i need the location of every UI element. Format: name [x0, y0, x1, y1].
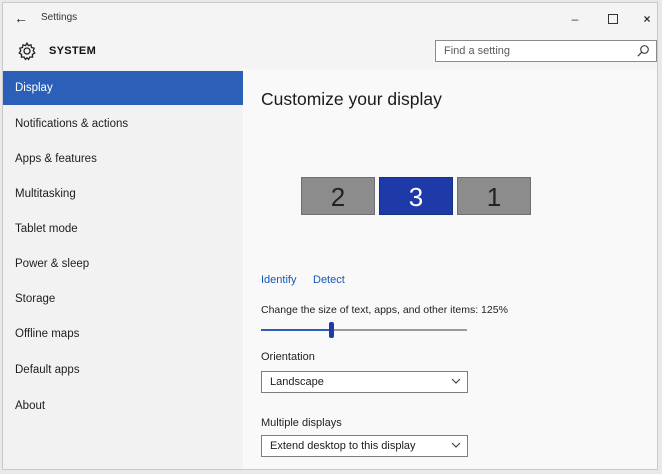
- settings-window: ← Settings – × SYSTEM Display Notificati…: [2, 2, 658, 470]
- sidebar: Display Notifications & actions Apps & f…: [3, 69, 243, 469]
- monitor-2[interactable]: 2: [301, 177, 375, 215]
- multiple-displays-label: Multiple displays: [261, 417, 342, 429]
- maximize-icon: [608, 14, 618, 24]
- sidebar-item-power-sleep[interactable]: Power & sleep: [3, 247, 243, 281]
- minimize-button[interactable]: –: [565, 11, 585, 27]
- scale-label: Change the size of text, apps, and other…: [261, 304, 508, 316]
- back-arrow-icon[interactable]: ←: [11, 9, 31, 27]
- orientation-dropdown[interactable]: Landscape: [261, 371, 468, 393]
- orientation-label: Orientation: [261, 351, 315, 363]
- sidebar-item-about[interactable]: About: [3, 389, 243, 423]
- slider-thumb[interactable]: [329, 322, 334, 338]
- detect-link[interactable]: Detect: [313, 274, 345, 286]
- section-title: SYSTEM: [49, 45, 97, 57]
- monitor-1[interactable]: 1: [457, 177, 531, 215]
- sidebar-item-notifications[interactable]: Notifications & actions: [3, 107, 243, 141]
- search-input[interactable]: [436, 41, 647, 61]
- sidebar-item-default-apps[interactable]: Default apps: [3, 353, 243, 387]
- chevron-down-icon: [451, 442, 461, 448]
- sidebar-item-display[interactable]: Display: [3, 71, 243, 105]
- monitor-3[interactable]: 3: [379, 177, 453, 215]
- scale-slider[interactable]: [261, 322, 467, 338]
- gear-icon: [18, 41, 36, 61]
- multiple-displays-dropdown[interactable]: Extend desktop to this display: [261, 435, 468, 457]
- title-bar: ← Settings – ×: [3, 3, 657, 33]
- settings-header: SYSTEM: [3, 33, 657, 69]
- search-box[interactable]: [435, 40, 657, 62]
- page-title: Customize your display: [261, 89, 442, 109]
- identify-link[interactable]: Identify: [261, 274, 296, 286]
- multiple-displays-value: Extend desktop to this display: [270, 440, 416, 452]
- slider-fill: [261, 329, 331, 331]
- sidebar-item-multitasking[interactable]: Multitasking: [3, 177, 243, 211]
- chevron-down-icon: [451, 378, 461, 384]
- orientation-value: Landscape: [270, 376, 324, 388]
- search-icon[interactable]: [636, 44, 650, 58]
- main-content: Customize your display 2 3 1 Identify De…: [243, 69, 657, 469]
- sidebar-item-apps-features[interactable]: Apps & features: [3, 142, 243, 176]
- close-button[interactable]: ×: [637, 11, 657, 27]
- window-title: Settings: [41, 12, 78, 23]
- sidebar-item-offline-maps[interactable]: Offline maps: [3, 317, 243, 351]
- sidebar-item-storage[interactable]: Storage: [3, 282, 243, 316]
- maximize-button[interactable]: [603, 11, 623, 27]
- sidebar-item-tablet-mode[interactable]: Tablet mode: [3, 212, 243, 246]
